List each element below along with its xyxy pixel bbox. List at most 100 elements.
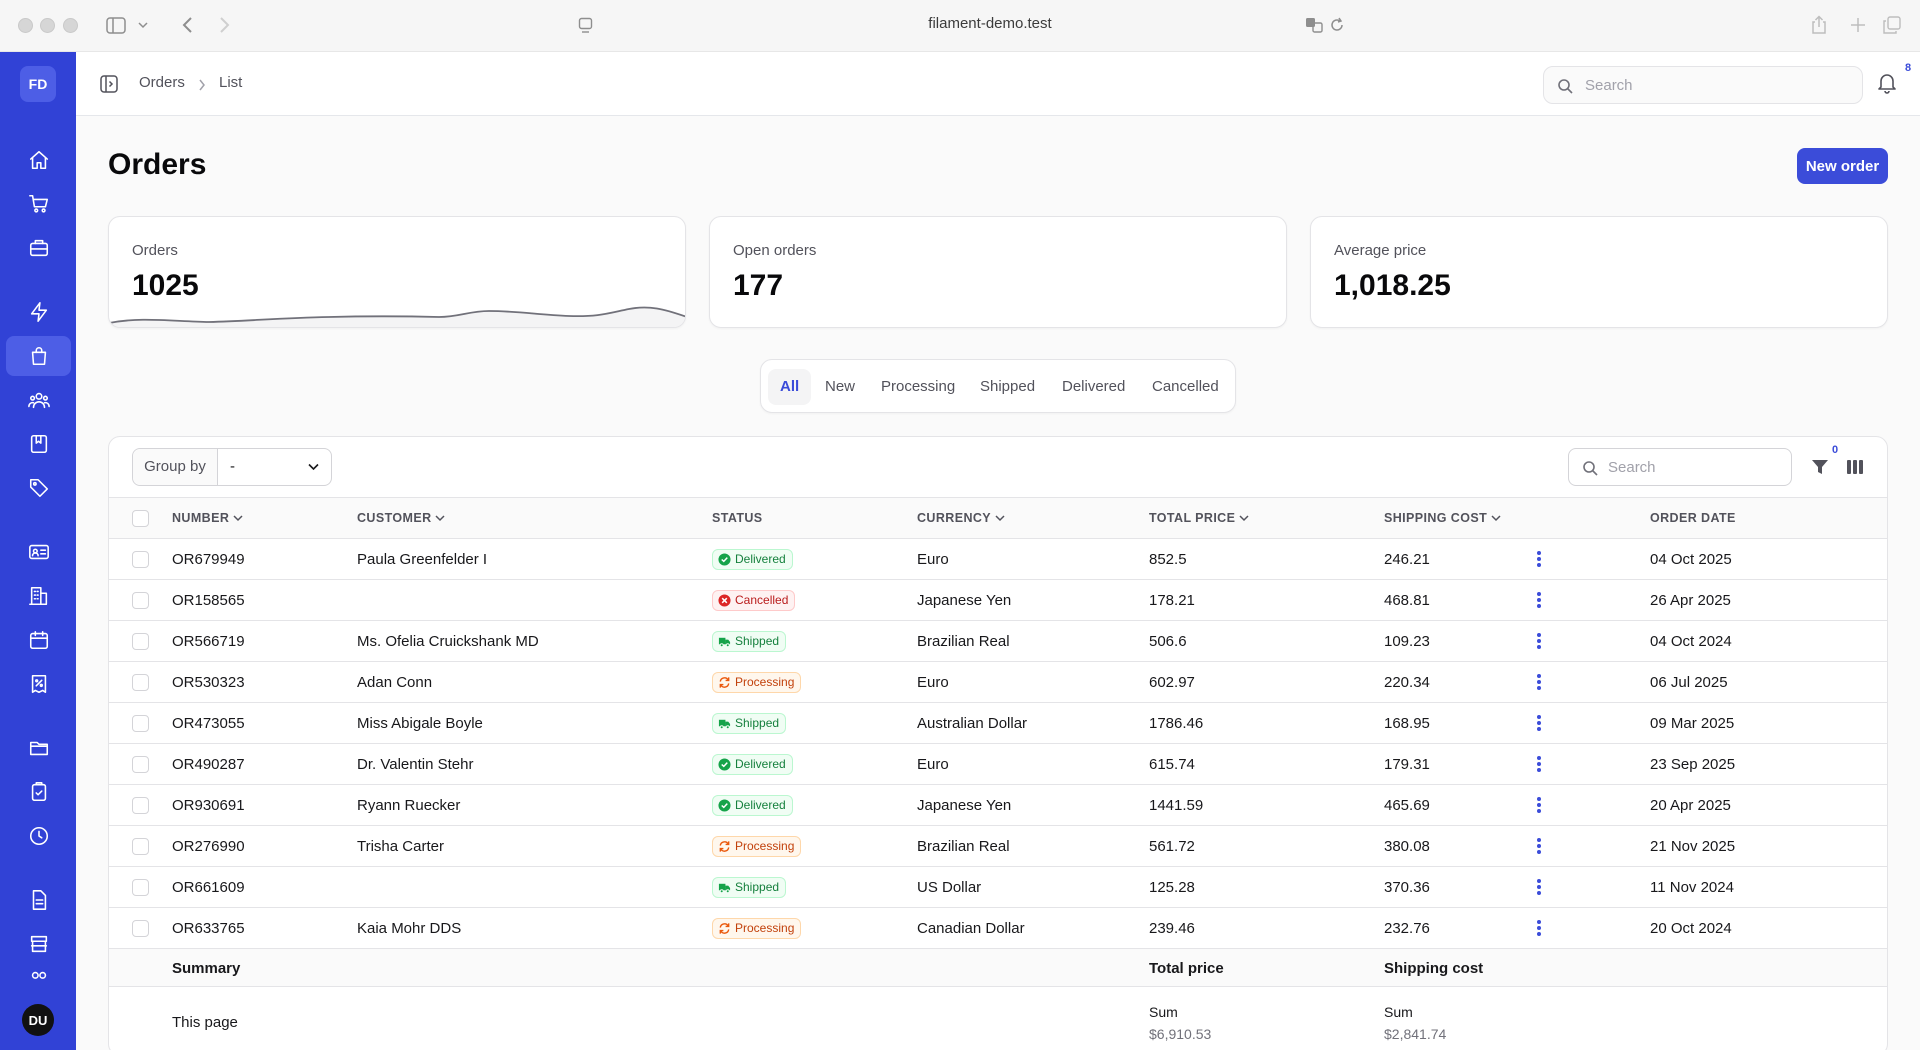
sidebar-item-discounts[interactable] <box>6 664 71 704</box>
share-icon[interactable] <box>1811 15 1827 35</box>
sidebar-item-shop[interactable] <box>6 184 71 224</box>
new-tab-icon[interactable] <box>1850 17 1866 33</box>
row-actions-button[interactable] <box>1529 549 1549 571</box>
sidebar-item-documents[interactable] <box>6 880 71 920</box>
row-checkbox[interactable] <box>132 551 149 568</box>
row-actions-button[interactable] <box>1529 631 1549 653</box>
sidebar-item-products[interactable] <box>6 228 71 268</box>
tab-all[interactable]: All <box>768 369 812 405</box>
table-row[interactable]: OR679949 Paula Greenfelder I Delivered Euro… <box>109 539 1887 580</box>
breadcrumb-list[interactable]: List <box>219 74 242 91</box>
sidebar-collapse-icon[interactable] <box>100 75 118 93</box>
column-header-total-price[interactable]: TOTAL PRICE <box>1149 511 1249 525</box>
table-row[interactable]: OR566719 Ms. Ofelia Cruickshank MD Shipped… <box>109 621 1887 662</box>
sidebar-item-companies[interactable] <box>6 576 71 616</box>
tab-shipped[interactable]: Shipped <box>968 369 1047 405</box>
window-close-button[interactable] <box>18 18 33 33</box>
row-checkbox[interactable] <box>132 797 149 814</box>
global-search-input[interactable]: Search <box>1543 66 1863 104</box>
cell-total-price: 506.6 <box>1149 633 1187 650</box>
table-row[interactable]: OR930691 Ryann Ruecker Delivered Japanese Y… <box>109 785 1887 826</box>
table-row[interactable]: OR158565 Cancelled Japanese Yen 178.21 468.8… <box>109 580 1887 621</box>
user-avatar[interactable]: DU <box>22 1004 54 1036</box>
cell-customer: Ryann Ruecker <box>357 797 461 814</box>
table-row[interactable]: OR530323 Adan Conn Processing Euro 602.97 220… <box>109 662 1887 703</box>
breadcrumb-orders[interactable]: Orders <box>139 74 185 91</box>
tab-delivered[interactable]: Delivered <box>1050 369 1137 405</box>
column-header-customer[interactable]: CUSTOMER <box>357 511 445 525</box>
cell-shipping-cost: 380.08 <box>1384 838 1430 855</box>
sort-chevron-icon <box>435 515 445 522</box>
row-checkbox[interactable] <box>132 633 149 650</box>
row-actions-button[interactable] <box>1529 713 1549 735</box>
status-badge: Delivered <box>712 549 793 570</box>
sidebar-item-customers[interactable] <box>6 380 71 420</box>
status-label: Shipped <box>735 880 780 894</box>
sidebar-toggle-icon[interactable] <box>106 17 126 34</box>
truck-icon <box>718 883 731 894</box>
select-all-checkbox[interactable] <box>132 510 149 527</box>
table-row[interactable]: OR661609 Shipped US Dollar 125.28 370.36 11 N… <box>109 867 1887 908</box>
row-checkbox[interactable] <box>132 592 149 609</box>
forward-icon[interactable] <box>218 16 230 34</box>
tabs-overview-icon[interactable] <box>1883 16 1901 34</box>
window-zoom-button[interactable] <box>63 18 78 33</box>
new-order-button[interactable]: New order <box>1797 148 1888 184</box>
translate-icon[interactable] <box>1305 17 1323 33</box>
row-actions-button[interactable] <box>1529 795 1549 817</box>
app-logo-avatar[interactable]: FD <box>20 66 56 102</box>
status-label: Delivered <box>735 798 786 812</box>
row-checkbox[interactable] <box>132 838 149 855</box>
row-actions-button[interactable] <box>1529 672 1549 694</box>
row-actions-button[interactable] <box>1529 754 1549 776</box>
sidebar-item-archive[interactable] <box>6 924 71 964</box>
row-checkbox[interactable] <box>132 674 149 691</box>
tab-cancelled[interactable]: Cancelled <box>1140 369 1231 405</box>
reload-icon[interactable] <box>1329 17 1345 33</box>
tab-processing[interactable]: Processing <box>869 369 967 405</box>
sidebar-item-activity[interactable] <box>6 292 71 332</box>
sidebar-item-tasks[interactable] <box>6 772 71 812</box>
window-minimize-button[interactable] <box>40 18 55 33</box>
address-bar[interactable]: filament-demo.test <box>900 15 1080 32</box>
sidebar-item-files[interactable] <box>6 728 71 768</box>
sidebar-item-orders[interactable] <box>6 336 71 376</box>
sidebar-item-history[interactable] <box>6 816 71 856</box>
row-actions-button[interactable] <box>1529 836 1549 858</box>
sidebar-item-dashboard[interactable] <box>6 140 71 180</box>
cell-currency: Brazilian Real <box>917 633 1010 650</box>
filter-icon[interactable] <box>1811 458 1829 476</box>
bell-icon[interactable] <box>1877 72 1897 94</box>
cell-total-price: 125.28 <box>1149 879 1195 896</box>
back-icon[interactable] <box>182 16 194 34</box>
row-actions-button[interactable] <box>1529 590 1549 612</box>
status-label: Processing <box>735 921 795 935</box>
group-by-select[interactable]: Group by - <box>132 448 332 486</box>
table-row[interactable]: OR473055 Miss Abigale Boyle Shipped Austral… <box>109 703 1887 744</box>
column-header-shipping-cost[interactable]: SHIPPING COST <box>1384 511 1501 525</box>
chevron-down-icon[interactable] <box>138 20 148 30</box>
row-actions-button[interactable] <box>1529 918 1549 940</box>
row-checkbox[interactable] <box>132 715 149 732</box>
sidebar-item-team[interactable] <box>6 968 71 988</box>
row-actions-button[interactable] <box>1529 877 1549 899</box>
column-header-number[interactable]: NUMBER <box>172 511 243 525</box>
column-header-currency[interactable]: CURRENCY <box>917 511 1005 525</box>
table-row[interactable]: OR633765 Kaia Mohr DDS Processing Canadian … <box>109 908 1887 949</box>
row-checkbox[interactable] <box>132 756 149 773</box>
row-checkbox[interactable] <box>132 920 149 937</box>
columns-icon[interactable] <box>1846 459 1864 475</box>
sidebar-item-calendar[interactable] <box>6 620 71 660</box>
table-row[interactable]: OR276990 Trisha Carter Processing Brazilian… <box>109 826 1887 867</box>
sidebar-item-categories[interactable] <box>6 468 71 508</box>
table-row[interactable]: OR490287 Dr. Valentin Stehr Delivered Euro 6… <box>109 744 1887 785</box>
status-badge: Cancelled <box>712 590 796 611</box>
group-by-value[interactable]: - <box>218 449 331 485</box>
table-search-input[interactable]: Search <box>1568 448 1792 486</box>
sidebar-item-contacts[interactable] <box>6 532 71 572</box>
cell-number: OR661609 <box>172 879 245 896</box>
row-checkbox[interactable] <box>132 879 149 896</box>
cell-shipping-cost: 179.31 <box>1384 756 1430 773</box>
tab-new[interactable]: New <box>813 369 867 405</box>
sidebar-item-blog[interactable] <box>6 424 71 464</box>
